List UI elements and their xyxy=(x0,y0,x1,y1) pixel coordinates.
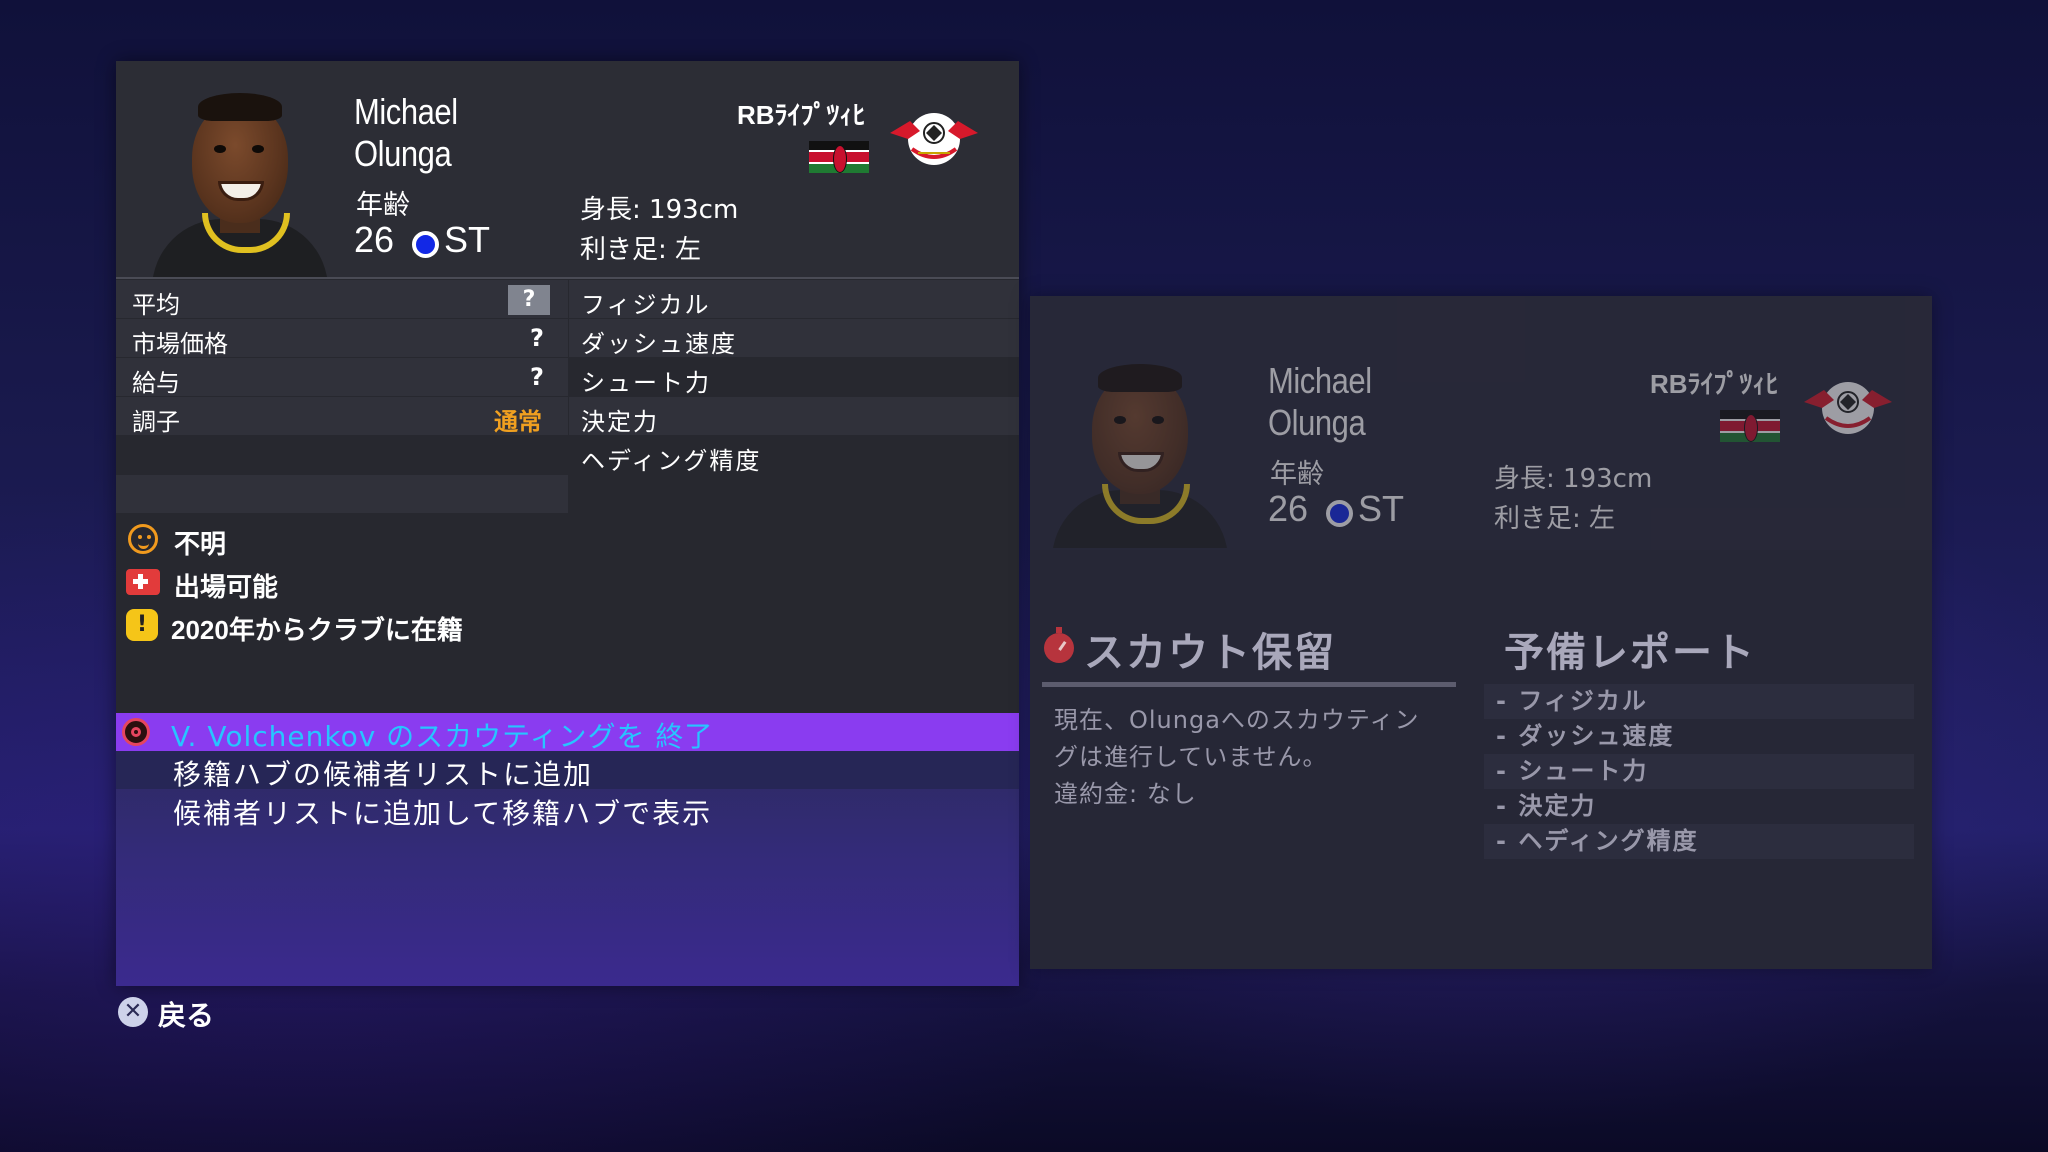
report-item: - 決定力 xyxy=(1484,789,1914,824)
kenya-flag-icon xyxy=(1720,410,1780,444)
report-item-label: - シュート力 xyxy=(1496,757,1649,785)
player-height: 身長: 193cm xyxy=(1494,464,1653,494)
warning-icon: ! xyxy=(126,609,158,641)
stat-value: ? xyxy=(530,363,544,391)
age-label: 年齢 xyxy=(1270,459,1324,490)
player-position: ST xyxy=(1358,488,1405,529)
club-name: RBﾗｲﾌﾟﾂｨﾋ xyxy=(1650,369,1779,399)
attr-label: ヘディング精度 xyxy=(581,447,762,475)
attr-label: 決定力 xyxy=(581,408,659,436)
player-header-dimmed: Michael Olunga 年齢 26 ST RBﾗｲﾌﾟﾂｨﾋ 身長: 19… xyxy=(1030,296,1932,550)
player-age: 26 xyxy=(354,219,395,260)
stat-row-form: 調子 通常 xyxy=(116,397,568,436)
stat-row-empty xyxy=(116,475,568,513)
stat-row-market-value: 市場価格 ? xyxy=(116,319,568,358)
report-item-label: - 決定力 xyxy=(1496,792,1597,820)
position-dot-icon xyxy=(1326,500,1353,527)
player-age: 26 xyxy=(1268,488,1309,529)
stat-label: 市場価格 xyxy=(132,330,228,358)
back-button[interactable]: ✕ 戻る xyxy=(118,994,258,1032)
attr-row: ヘディング精度 xyxy=(569,436,1019,475)
header-divider xyxy=(116,277,1019,279)
menu-item-add-and-view[interactable]: 候補者リストに追加して移籍ハブで表示 xyxy=(116,790,1019,830)
report-item-label: - ダッシュ速度 xyxy=(1496,722,1675,750)
stat-label: 平均 xyxy=(132,291,180,319)
attr-row: フィジカル xyxy=(569,280,1019,319)
cross-button-icon: ✕ xyxy=(118,997,148,1027)
player-header: Michael Olunga 年齢 26 ST RBﾗｲﾌﾟﾂｨﾋ 身長: 19… xyxy=(116,61,1019,277)
club-crest-icon xyxy=(890,113,978,165)
attr-label: フィジカル xyxy=(581,291,711,319)
menu-item-label: 移籍ハブの候補者リストに追加 xyxy=(173,758,594,791)
report-item: - ダッシュ速度 xyxy=(1484,719,1914,754)
stat-row-wage: 給与 ? xyxy=(116,358,568,397)
report-item: - フィジカル xyxy=(1484,684,1914,719)
back-label: 戻る xyxy=(158,999,215,1032)
kenya-flag-icon xyxy=(809,141,869,175)
scout-progress-bar xyxy=(1042,682,1456,687)
circle-button-icon xyxy=(122,718,150,746)
menu-item-stop-scouting[interactable]: V. Volchenkov のスカウティングを 終了 xyxy=(116,713,1019,753)
player-last-name: Olunga xyxy=(354,133,452,174)
stat-row-average: 平均 ? xyxy=(116,280,568,319)
report-title: 予備レポート xyxy=(1504,630,1756,676)
report-item: - シュート力 xyxy=(1484,754,1914,789)
medical-icon xyxy=(126,569,160,595)
report-item-label: - ヘディング精度 xyxy=(1496,827,1699,855)
stat-label: 給与 xyxy=(132,369,180,397)
scout-status-title: スカウト保留 xyxy=(1084,630,1336,676)
player-height: 身長: 193cm xyxy=(580,195,739,225)
attr-row: シュート力 xyxy=(569,358,1019,397)
stat-value: ? xyxy=(530,324,544,352)
club-crest-icon xyxy=(1804,382,1892,434)
player-first-name: Michael xyxy=(1268,360,1372,401)
injury-status-text: 出場可能 xyxy=(174,573,279,603)
attr-row: ダッシュ速度 xyxy=(569,319,1019,358)
attr-label: ダッシュ速度 xyxy=(581,330,737,358)
mood-face-icon xyxy=(128,524,158,554)
stat-label: 調子 xyxy=(132,408,180,436)
stopwatch-icon xyxy=(1044,627,1074,663)
menu-item-label: V. Volchenkov のスカウティングを 終了 xyxy=(171,720,714,753)
position-dot-icon xyxy=(412,231,439,258)
player-position: ST xyxy=(444,219,491,260)
player-detail-panel: Michael Olunga 年齢 26 ST RBﾗｲﾌﾟﾂｨﾋ 身長: 19… xyxy=(116,61,1019,986)
release-clause-text: 違約金: なし xyxy=(1054,780,1197,808)
scout-body-line1: 現在、Olungaへのスカウティン xyxy=(1054,706,1420,734)
player-portrait xyxy=(144,79,336,277)
player-foot: 利き足: 左 xyxy=(580,235,702,265)
scouting-panel: Michael Olunga 年齢 26 ST RBﾗｲﾌﾟﾂｨﾋ 身長: 19… xyxy=(1030,296,1932,969)
tenure-text: 2020年からクラブに在籍 xyxy=(171,615,463,645)
club-name: RBﾗｲﾌﾟﾂｨﾋ xyxy=(737,100,866,130)
player-first-name: Michael xyxy=(354,91,458,132)
age-label: 年齢 xyxy=(356,190,410,221)
player-last-name: Olunga xyxy=(1268,402,1366,443)
attr-row: 決定力 xyxy=(569,397,1019,436)
player-portrait xyxy=(1044,350,1236,548)
mood-text: 不明 xyxy=(174,530,227,560)
report-item: - ヘディング精度 xyxy=(1484,824,1914,859)
form-value: 通常 xyxy=(494,408,542,436)
player-foot: 利き足: 左 xyxy=(1494,504,1616,534)
menu-item-add-shortlist[interactable]: 移籍ハブの候補者リストに追加 xyxy=(116,751,1019,791)
report-item-label: - フィジカル xyxy=(1496,687,1648,715)
attr-label: シュート力 xyxy=(581,369,711,397)
stat-value: ? xyxy=(508,285,550,315)
scout-body-line2: グは進行していません。 xyxy=(1054,743,1328,771)
menu-item-label: 候補者リストに追加して移籍ハブで表示 xyxy=(173,797,713,830)
